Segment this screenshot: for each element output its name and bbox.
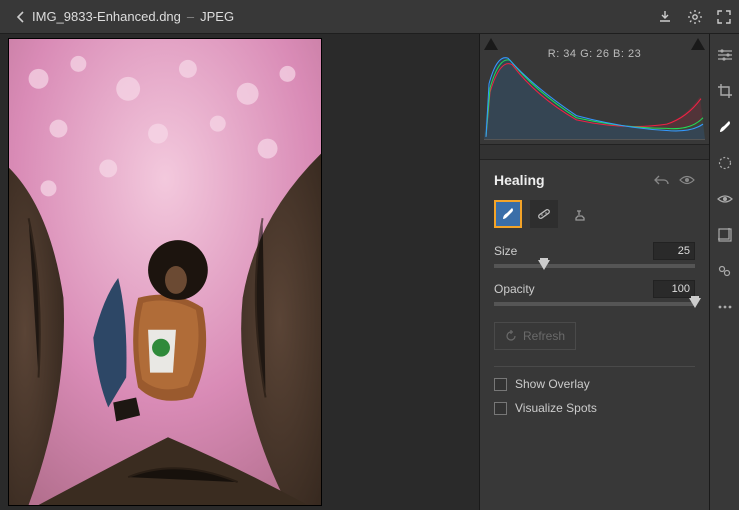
fullscreen-icon[interactable] <box>717 10 731 24</box>
show-overlay-checkbox[interactable] <box>494 378 507 391</box>
opacity-thumb[interactable] <box>689 298 701 308</box>
clone-stamp-button[interactable] <box>566 200 594 228</box>
snapshots-icon[interactable] <box>714 260 736 282</box>
right-toolbar <box>709 34 739 510</box>
refresh-button[interactable]: Refresh <box>494 322 576 350</box>
gear-icon[interactable] <box>687 9 703 25</box>
healing-icon[interactable] <box>714 116 736 138</box>
filename: IMG_9833-Enhanced.dng <box>32 9 181 24</box>
healing-tool-row <box>494 200 695 228</box>
image-canvas[interactable] <box>0 34 479 510</box>
size-track[interactable] <box>494 264 695 268</box>
redeye-icon[interactable] <box>714 188 736 210</box>
size-slider: Size 25 <box>494 242 695 268</box>
presets-icon[interactable] <box>714 224 736 246</box>
panel-title: Healing <box>494 172 545 188</box>
back-icon[interactable] <box>10 11 32 23</box>
bandage-brush-button[interactable] <box>530 200 558 228</box>
show-overlay-row[interactable]: Show Overlay <box>494 377 695 391</box>
file-format: JPEG <box>200 9 234 24</box>
divider <box>494 366 695 367</box>
visualize-spots-checkbox[interactable] <box>494 402 507 415</box>
download-icon[interactable] <box>657 9 673 25</box>
size-label: Size <box>494 244 517 258</box>
document-title: IMG_9833-Enhanced.dng – JPEG <box>32 9 657 24</box>
visualize-spots-row[interactable]: Visualize Spots <box>494 401 695 415</box>
opacity-value[interactable]: 100 <box>653 280 695 298</box>
visibility-icon[interactable] <box>679 174 695 186</box>
opacity-label: Opacity <box>494 282 535 296</box>
healing-brush-button[interactable] <box>494 200 522 228</box>
histogram[interactable]: R: 34 G: 26 B: 23 <box>480 34 709 144</box>
opacity-slider: Opacity 100 <box>494 280 695 306</box>
crop-icon[interactable] <box>714 80 736 102</box>
adjust-sliders-icon[interactable] <box>714 44 736 66</box>
top-bar: IMG_9833-Enhanced.dng – JPEG <box>0 0 739 34</box>
title-separator: – <box>187 9 194 24</box>
photo-preview <box>8 38 322 506</box>
visualize-spots-label: Visualize Spots <box>515 401 597 415</box>
size-value[interactable]: 25 <box>653 242 695 260</box>
size-thumb[interactable] <box>538 260 550 270</box>
more-icon[interactable] <box>714 296 736 318</box>
undo-icon[interactable] <box>654 174 669 186</box>
refresh-label: Refresh <box>523 329 565 343</box>
side-panel: R: 34 G: 26 B: 23 Healing <box>479 34 709 510</box>
show-overlay-label: Show Overlay <box>515 377 590 391</box>
radial-mask-icon[interactable] <box>714 152 736 174</box>
opacity-track[interactable] <box>494 302 695 306</box>
